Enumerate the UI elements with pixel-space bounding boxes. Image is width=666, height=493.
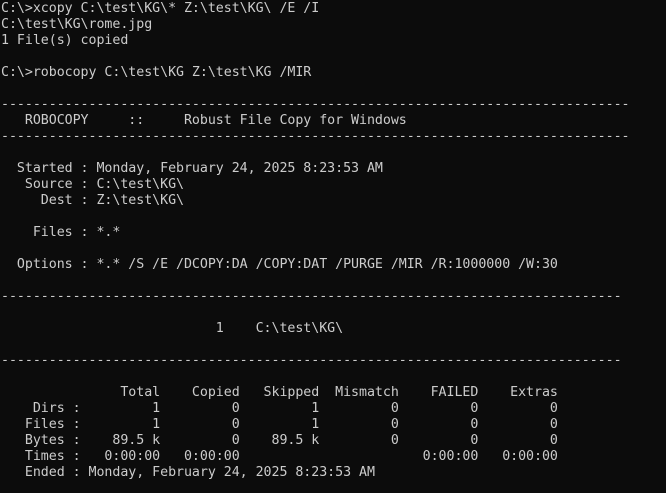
summary-bytes-row: Bytes : 89.5 k 0 89.5 k 0 0 0 (1, 433, 558, 448)
dest-line: Dest : Z:\test\KG\ (1, 193, 184, 208)
command-prompt-console[interactable]: C:\>xcopy C:\test\KG\* Z:\test\KG\ /E /I… (0, 0, 666, 493)
files-line: Files : *.* (1, 225, 121, 240)
separator-line: ----------------------------------------… (1, 97, 630, 112)
summary-times-row: Times : 0:00:00 0:00:00 0:00:00 0:00:00 (1, 449, 558, 464)
ended-line: Ended : Monday, February 24, 2025 8:23:5… (1, 465, 375, 480)
console-line: C:\>xcopy C:\test\KG\* Z:\test\KG\ /E /I (1, 1, 320, 16)
summary-files-row: Files : 1 0 1 0 0 0 (1, 417, 558, 432)
source-line: Source : C:\test\KG\ (1, 177, 184, 192)
separator-line: ----------------------------------------… (1, 129, 630, 144)
console-line: C:\test\KG\rome.jpg (1, 17, 153, 32)
robocopy-banner: ROBOCOPY :: Robust File Copy for Windows (1, 113, 407, 128)
separator-line: ----------------------------------------… (1, 289, 622, 304)
console-line: C:\>robocopy C:\test\KG Z:\test\KG /MIR (1, 65, 312, 80)
started-line: Started : Monday, February 24, 2025 8:23… (1, 161, 383, 176)
console-line: 1 File(s) copied (1, 33, 129, 48)
summary-header-row: Total Copied Skipped Mismatch FAILED Ext… (1, 385, 558, 400)
directory-entry-line: 1 C:\test\KG\ (1, 321, 344, 336)
options-line: Options : *.* /S /E /DCOPY:DA /COPY:DAT … (1, 257, 558, 272)
separator-line: ----------------------------------------… (1, 353, 622, 368)
summary-dirs-row: Dirs : 1 0 1 0 0 0 (1, 401, 558, 416)
